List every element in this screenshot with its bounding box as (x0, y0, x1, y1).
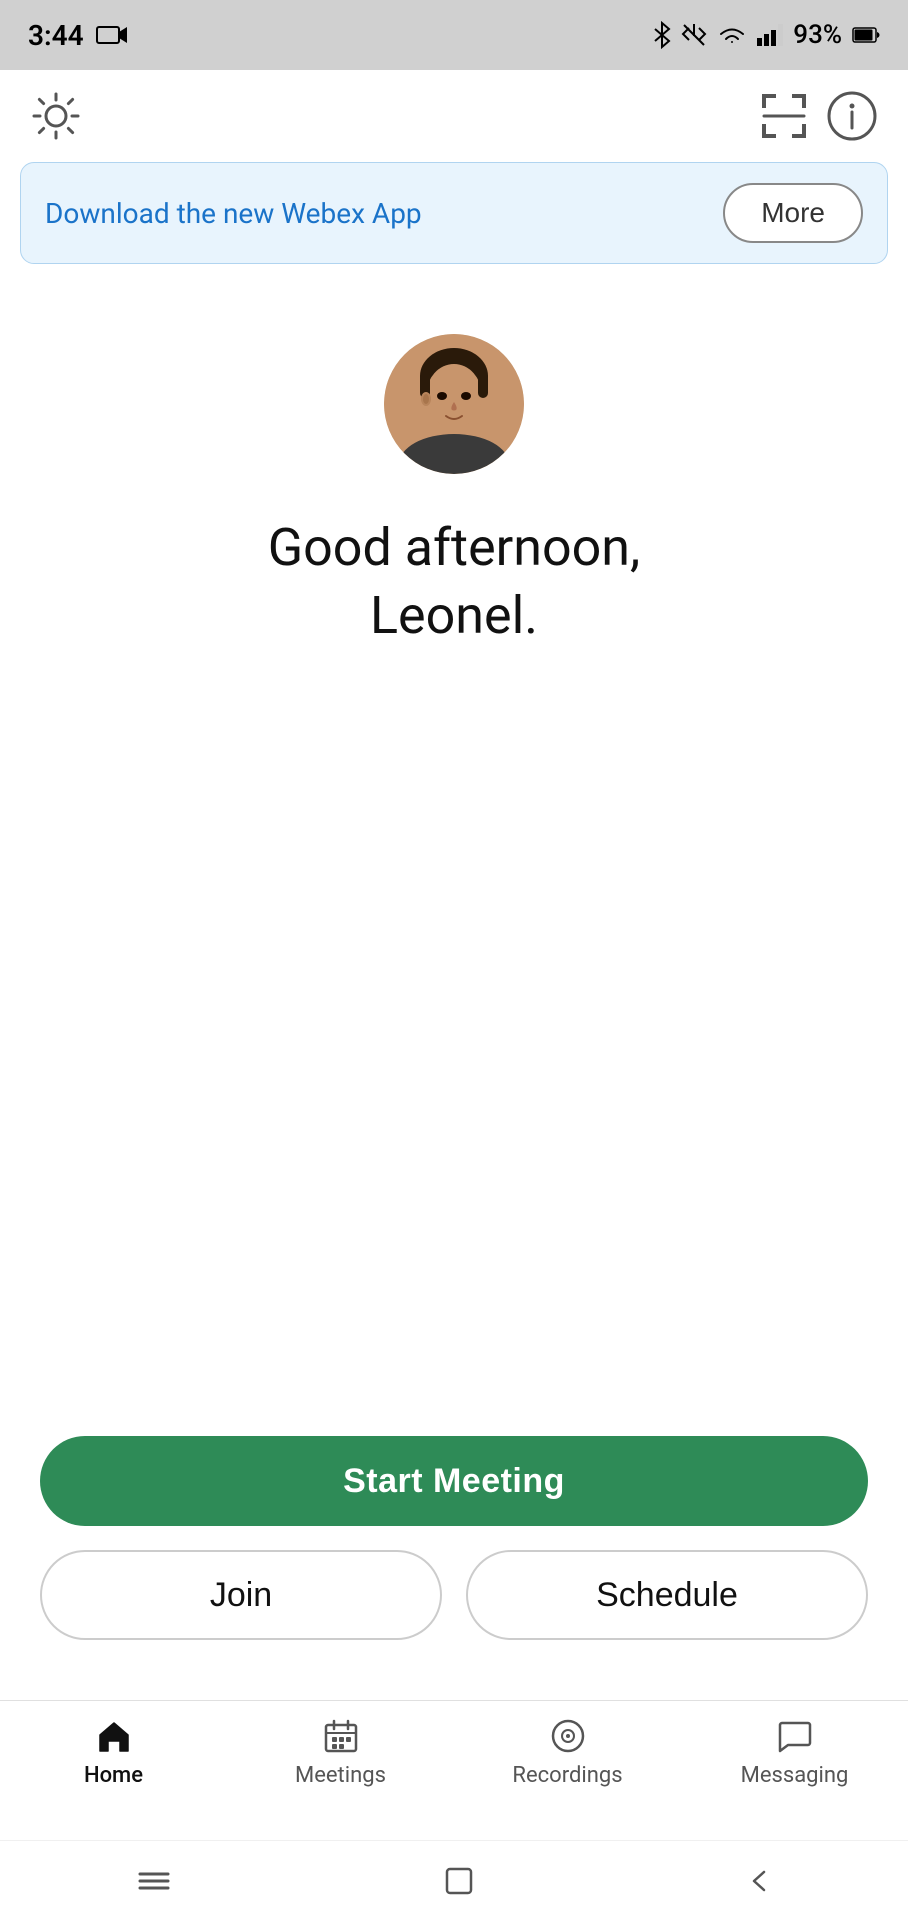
battery-icon (852, 26, 880, 44)
greeting-line2: Leonel. (370, 585, 538, 646)
mute-icon (681, 22, 707, 48)
start-meeting-button[interactable]: Start Meeting (40, 1436, 868, 1526)
recent-apps-icon[interactable] (136, 1868, 172, 1894)
messaging-icon (776, 1717, 814, 1755)
status-time: 3:44 (28, 19, 84, 52)
more-button[interactable]: More (723, 183, 863, 243)
home-system-icon[interactable] (444, 1866, 474, 1896)
main-content: Good afternoon, Leonel. Start Meeting Jo… (0, 284, 908, 1700)
avatar (384, 334, 524, 474)
home-icon (95, 1717, 133, 1755)
nav-item-messaging[interactable]: Messaging (735, 1717, 855, 1788)
battery-text: 93% (793, 20, 842, 50)
action-buttons: Start Meeting Join Schedule (40, 1436, 868, 1640)
bluetooth-icon (653, 21, 671, 49)
greeting-line1: Good afternoon, (268, 517, 641, 578)
recordings-icon (549, 1717, 587, 1755)
greeting: Good afternoon, Leonel. (268, 514, 641, 649)
signal-icon (757, 24, 783, 46)
info-button[interactable] (826, 90, 878, 142)
schedule-button[interactable]: Schedule (466, 1550, 868, 1640)
settings-button[interactable] (30, 90, 82, 142)
status-left: 3:44 (28, 19, 128, 52)
avatar-container (384, 334, 524, 474)
status-bar: 3:44 (0, 0, 908, 70)
meetings-icon (322, 1717, 360, 1755)
download-banner: Download the new Webex App More (20, 162, 888, 264)
top-right-icons (758, 90, 878, 142)
back-icon[interactable] (746, 1866, 772, 1896)
avatar-image (384, 334, 524, 474)
nav-item-meetings[interactable]: Meetings (281, 1717, 401, 1788)
system-nav (0, 1840, 908, 1920)
top-bar (0, 70, 908, 162)
nav-item-recordings[interactable]: Recordings (508, 1717, 628, 1788)
nav-label-meetings: Meetings (295, 1763, 386, 1788)
secondary-buttons: Join Schedule (40, 1550, 868, 1640)
banner-text: Download the new Webex App (45, 197, 422, 230)
scan-button[interactable] (758, 90, 810, 142)
join-button[interactable]: Join (40, 1550, 442, 1640)
nav-label-home: Home (84, 1763, 143, 1788)
nav-label-recordings: Recordings (512, 1763, 622, 1788)
nav-label-messaging: Messaging (741, 1763, 849, 1788)
bottom-nav: Home Meetings Recordings (0, 1700, 908, 1840)
status-right: 93% (653, 20, 880, 50)
wifi-icon (717, 23, 747, 47)
camera-status-icon (96, 24, 128, 46)
nav-item-home[interactable]: Home (54, 1717, 174, 1788)
